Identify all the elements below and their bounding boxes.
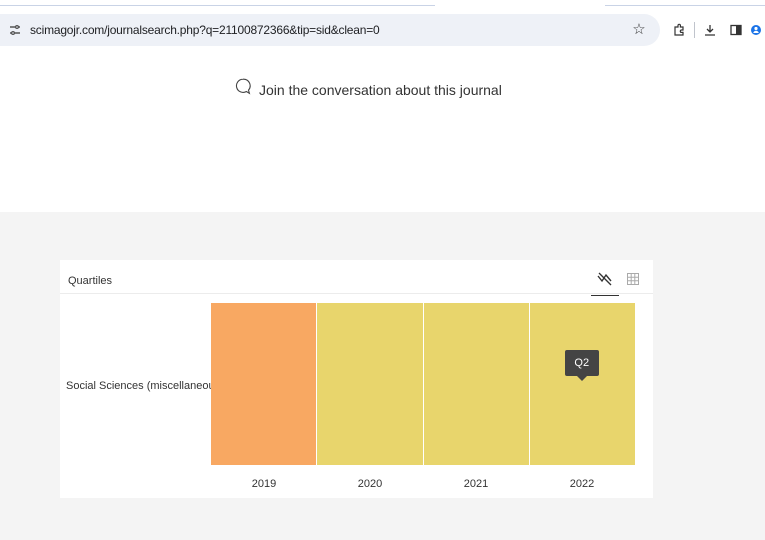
- download-icon[interactable]: [699, 19, 721, 41]
- quartile-tooltip: Q2: [564, 350, 599, 381]
- quartile-cell-2022[interactable]: Q2: [529, 303, 635, 465]
- year-tick-label: 2021: [463, 478, 489, 490]
- sidepanel-icon[interactable]: [725, 19, 747, 41]
- toolbar-separator: [694, 22, 695, 38]
- join-conversation-label[interactable]: Join the conversation about this journal: [259, 82, 502, 98]
- year-axis: 2019 2020 2021 2022: [211, 478, 635, 490]
- card-divider: [60, 293, 653, 294]
- speech-bubble-icon: [235, 78, 251, 101]
- browser-toolbar: [668, 18, 763, 42]
- quartile-cell-2020[interactable]: [317, 303, 424, 465]
- address-bar[interactable]: scimagojr.com/journalsearch.php?q=211008…: [0, 14, 660, 46]
- profile-icon[interactable]: [751, 23, 763, 37]
- quartile-cell-2021[interactable]: [423, 303, 530, 465]
- chart-view-icon[interactable]: [591, 266, 619, 296]
- tab-strip-edge-right: [605, 0, 765, 6]
- year-tick-label: 2019: [251, 478, 277, 490]
- tune-icon[interactable]: [8, 23, 22, 37]
- year-tick-label: 2020: [357, 478, 383, 490]
- table-view-icon[interactable]: [621, 266, 645, 292]
- year-tick-label: 2022: [569, 478, 595, 490]
- card-tools: [589, 266, 645, 296]
- category-label: Social Sciences (miscellaneous): [66, 380, 224, 392]
- join-conversation-link[interactable]: Join the conversation about this journal: [235, 78, 502, 101]
- url-text[interactable]: scimagojr.com/journalsearch.php?q=211008…: [30, 23, 380, 37]
- card-title: Quartiles: [68, 275, 113, 287]
- quartiles-card: Quartiles Social Sciences (miscellaneous…: [60, 260, 653, 498]
- tab-strip-edge: [0, 0, 435, 6]
- extensions-icon[interactable]: [668, 19, 690, 41]
- quartile-cell-2019[interactable]: [211, 303, 318, 465]
- bookmark-star-icon[interactable]: ☆: [630, 21, 648, 39]
- quartile-heatmap: Q2: [211, 303, 635, 465]
